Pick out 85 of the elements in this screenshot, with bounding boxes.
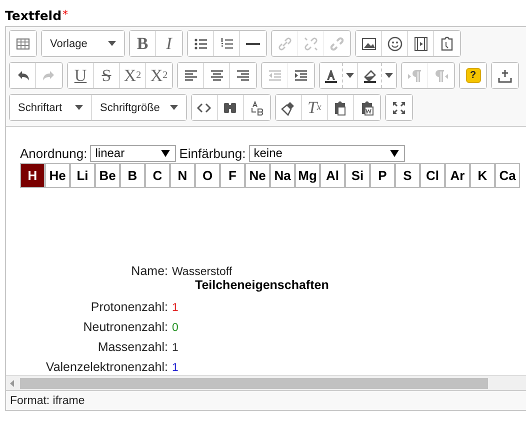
- element-tab[interactable]: F: [220, 163, 245, 188]
- element-tab[interactable]: C: [145, 163, 170, 188]
- element-tab[interactable]: P: [370, 163, 395, 188]
- property-value: Wasserstoff: [172, 266, 232, 278]
- element-tab[interactable]: He: [45, 163, 70, 188]
- element-tab[interactable]: Ca: [495, 163, 520, 188]
- replace-icon: [248, 100, 265, 116]
- text-color-icon: [323, 68, 339, 84]
- status-text: Format: iframe: [10, 394, 85, 406]
- caret-icon: [108, 41, 116, 46]
- toolbar-button[interactable]: [320, 63, 358, 88]
- required-mark: *: [62, 8, 68, 21]
- property-value: 1: [172, 342, 178, 354]
- unlink-icon: [302, 36, 318, 52]
- property-label: Protonenzahl:: [90, 300, 168, 314]
- paste-text-icon: [332, 100, 348, 116]
- caret-icon: [75, 105, 83, 110]
- dropdown[interactable]: Schriftart: [10, 95, 92, 120]
- smiley-icon: [386, 36, 402, 52]
- element-tab[interactable]: H: [20, 163, 45, 188]
- toolbar-button[interactable]: [192, 95, 218, 120]
- field-label: Textfeld: [5, 8, 62, 22]
- toolbar-button[interactable]: [10, 63, 36, 88]
- indent-icon: [293, 68, 309, 84]
- upload-icon: [497, 68, 513, 84]
- bold-button[interactable]: B: [130, 31, 156, 56]
- bulleted-list-icon: [192, 36, 208, 52]
- horizontal-scrollbar[interactable]: [6, 375, 526, 390]
- property-label: Name:: [130, 264, 168, 278]
- property-value: 0: [172, 322, 178, 334]
- element-tab[interactable]: Li: [70, 163, 95, 188]
- toolbar-button[interactable]: [356, 31, 382, 56]
- element-tab[interactable]: N: [170, 163, 195, 188]
- property-label: Valenzelektronenzahl:: [44, 360, 168, 374]
- caret-icon: [384, 73, 392, 78]
- element-tab[interactable]: Ar: [445, 163, 470, 188]
- property-value: 1: [172, 302, 178, 314]
- caret-icon: [346, 73, 354, 78]
- underline-button[interactable]: U: [68, 63, 94, 88]
- outdent-icon: [266, 68, 282, 84]
- table-icon: [15, 36, 31, 52]
- element-tab[interactable]: K: [470, 163, 495, 188]
- element-tab[interactable]: S: [395, 163, 420, 188]
- help-icon: ?: [466, 68, 480, 83]
- align-center-icon: [208, 68, 224, 84]
- element-tab[interactable]: Cl: [420, 163, 445, 188]
- select-label: Anordnung:: [20, 146, 88, 160]
- pilcrow-icon: [433, 68, 449, 84]
- scroll-left-icon: [10, 380, 14, 386]
- align-left-icon: [182, 68, 198, 84]
- paint-bucket-icon: [362, 68, 378, 84]
- select-label: Einfärbung:: [179, 146, 246, 160]
- element-tab[interactable]: O: [195, 163, 220, 188]
- scrollbar-thumb[interactable]: [20, 378, 488, 388]
- pilcrow-icon: [406, 68, 422, 84]
- element-tab[interactable]: Si: [345, 163, 370, 188]
- dropdown[interactable]: Vorlage: [42, 31, 124, 56]
- link-icon: [276, 36, 292, 52]
- property-label: Neutronenzahl:: [82, 320, 168, 334]
- toolbar-button[interactable]: [276, 95, 302, 120]
- horizontal-line-icon: [246, 42, 260, 44]
- select-field[interactable]: keine: [248, 144, 405, 162]
- select-field[interactable]: linear: [90, 144, 176, 162]
- toolbar-button[interactable]: [178, 63, 204, 88]
- maximize-icon: [390, 100, 407, 116]
- section-heading: Teilcheneigenschaften: [195, 278, 329, 292]
- element-tab[interactable]: Ne: [245, 163, 270, 188]
- help-button[interactable]: ?: [460, 63, 486, 88]
- align-right-icon: [235, 68, 251, 84]
- property-label: Massenzahl:: [96, 340, 168, 354]
- caret-icon: [161, 150, 170, 156]
- toolbar-button[interactable]: [188, 31, 214, 56]
- numbered-list-icon: [218, 36, 234, 52]
- film-icon: [412, 36, 428, 52]
- image-icon: [360, 36, 376, 52]
- element-tab[interactable]: Mg: [295, 163, 320, 188]
- element-tab[interactable]: Al: [320, 163, 345, 188]
- clipboard-icon: [439, 36, 455, 52]
- caret-icon: [170, 105, 178, 110]
- element-tab[interactable]: Be: [95, 163, 120, 188]
- property-value: 1: [172, 362, 178, 374]
- brush-icon: [280, 100, 296, 116]
- element-tab[interactable]: B: [120, 163, 145, 188]
- element-tab[interactable]: Na: [270, 163, 295, 188]
- caret-icon: [390, 150, 399, 156]
